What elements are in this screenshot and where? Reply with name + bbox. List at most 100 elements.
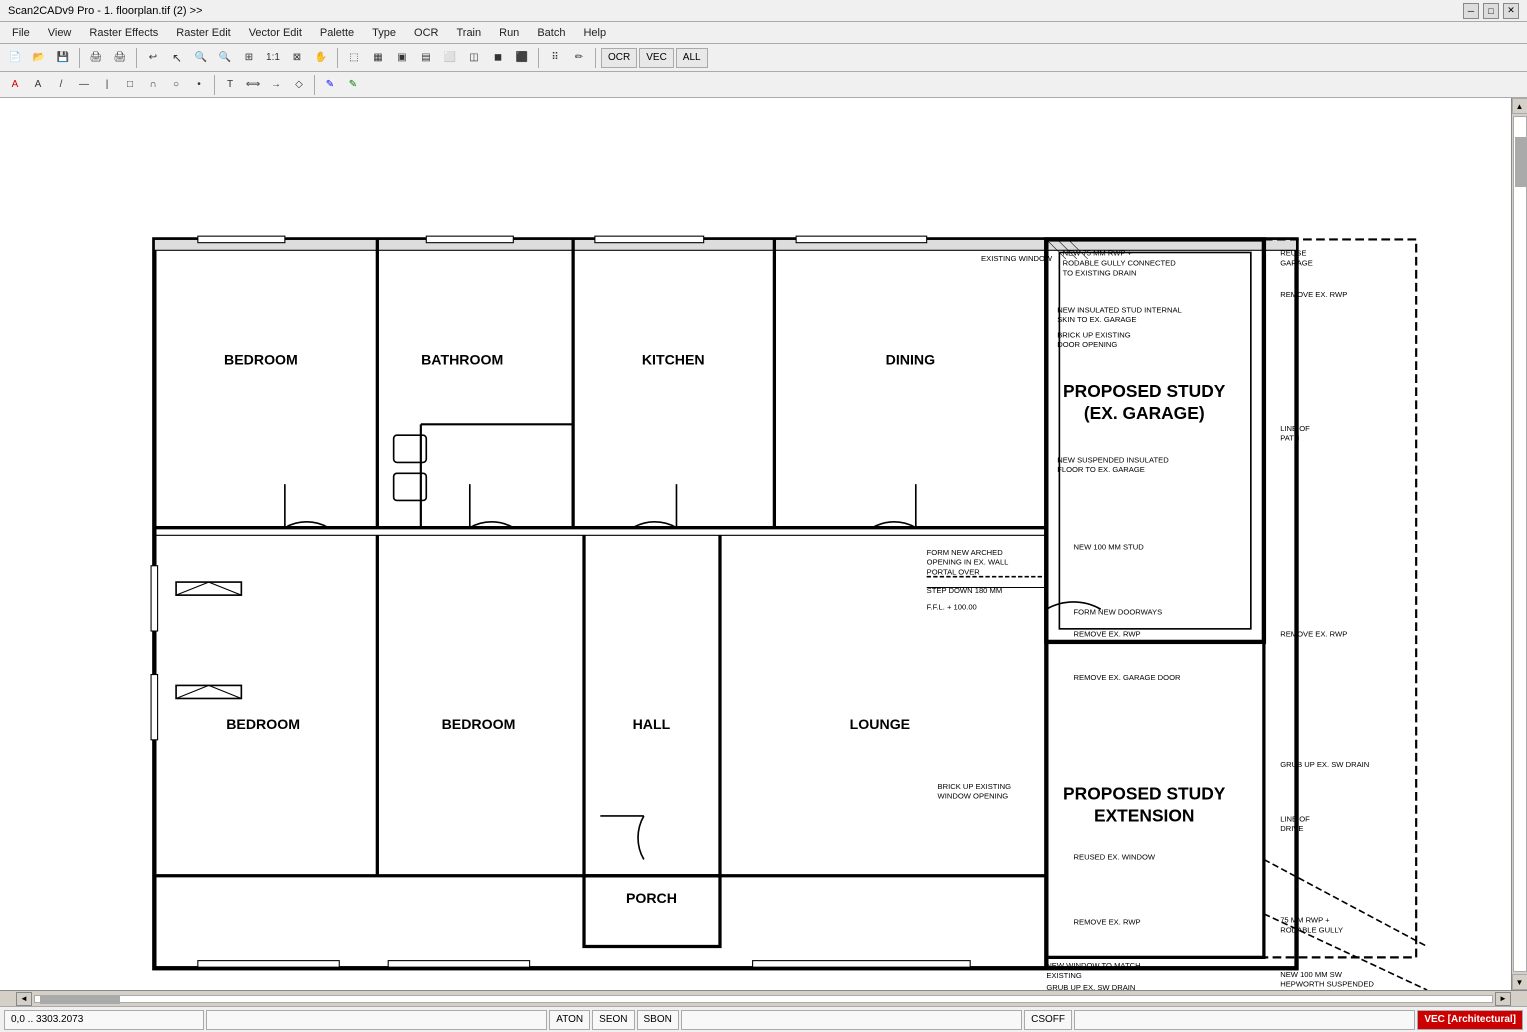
menu-view[interactable]: View [40, 25, 80, 41]
scroll-right-button[interactable]: ► [1495, 992, 1511, 1006]
status-empty2 [681, 1010, 1022, 1030]
vec-mode-button[interactable]: VEC [639, 48, 674, 68]
menu-help[interactable]: Help [575, 25, 614, 41]
pan-button[interactable]: ✋ [310, 47, 332, 69]
box-button[interactable]: ⬜ [439, 47, 461, 69]
svg-text:DRIVE: DRIVE [1280, 824, 1303, 833]
vec-select[interactable]: ▣ [391, 47, 413, 69]
status-csoff[interactable]: CSOFF [1024, 1010, 1072, 1030]
status-aton[interactable]: ATON [549, 1010, 590, 1030]
sep2 [136, 48, 137, 68]
svg-text:KITCHEN: KITCHEN [642, 352, 705, 368]
menu-file[interactable]: File [4, 25, 38, 41]
menu-type[interactable]: Type [364, 25, 404, 41]
rect-button[interactable]: ◫ [463, 47, 485, 69]
scroll-down-button[interactable]: ▼ [1512, 974, 1527, 990]
svg-text:REMOVE EX. RWP: REMOVE EX. RWP [1280, 290, 1347, 299]
close-button[interactable]: ✕ [1503, 3, 1519, 19]
select-button[interactable]: ⬚ [343, 47, 365, 69]
raster-select[interactable]: ▦ [367, 47, 389, 69]
canvas-area[interactable]: BEDROOM BATHROOM KITCHEN DINING BEDROOM … [0, 98, 1527, 990]
menu-batch[interactable]: Batch [529, 25, 573, 41]
svg-text:F.F.L. + 100.00: F.F.L. + 100.00 [927, 602, 977, 611]
save-button[interactable]: 💾 [52, 47, 74, 69]
erase-button[interactable]: ⬛ [511, 47, 533, 69]
draw-dot[interactable]: • [188, 74, 210, 96]
dots-button[interactable]: ⠿ [544, 47, 566, 69]
scroll-left-button[interactable]: ◄ [16, 992, 32, 1006]
draw-color2[interactable]: ✎ [342, 74, 364, 96]
status-sbon[interactable]: SBON [637, 1010, 679, 1030]
svg-text:LOUNGE: LOUNGE [850, 716, 910, 732]
svg-text:GRUB UP EX. SW DRAIN: GRUB UP EX. SW DRAIN [1046, 983, 1135, 990]
svg-text:REMOVE EX. RWP: REMOVE EX. RWP [1280, 629, 1347, 638]
vscroll-track[interactable] [1513, 116, 1527, 972]
horizontal-scrollbar[interactable]: ◄ ► [0, 990, 1527, 1006]
menu-raster-edit[interactable]: Raster Edit [168, 25, 238, 41]
fill-button[interactable]: ◼ [487, 47, 509, 69]
open-button[interactable]: 📂 [28, 47, 50, 69]
draw-color1[interactable]: ✎ [319, 74, 341, 96]
svg-text:REUSE: REUSE [1280, 249, 1306, 258]
statusbar: 0,0 .. 3303.2073 ATON SEON SBON CSOFF VE… [0, 1006, 1527, 1032]
zoom-fit-button[interactable]: ⊞ [238, 47, 260, 69]
svg-text:SKIN TO EX. GARAGE: SKIN TO EX. GARAGE [1057, 315, 1136, 324]
sep4 [538, 48, 539, 68]
titlebar: Scan2CADv9 Pro - 1. floorplan.tif (2) >>… [0, 0, 1527, 22]
print2-button[interactable]: 🖨 [109, 47, 131, 69]
cursor-button[interactable]: ↖ [166, 47, 188, 69]
main-area: BEDROOM BATHROOM KITCHEN DINING BEDROOM … [0, 98, 1527, 990]
menu-run[interactable]: Run [491, 25, 527, 41]
draw-node[interactable]: ◇ [288, 74, 310, 96]
svg-text:TO EXISTING DRAIN: TO EXISTING DRAIN [1063, 268, 1137, 277]
new-button[interactable]: 📄 [4, 47, 26, 69]
svg-text:NEW 100 MM SW: NEW 100 MM SW [1280, 970, 1343, 979]
zoom-1-button[interactable]: 1:1 [262, 47, 284, 69]
toolbar-main: 📄 📂 💾 🖨 🖨 ↩ ↖ 🔍 🔍 ⊞ 1:1 ⊠ ✋ ⬚ ▦ ▣ ▤ ⬜ ◫ … [0, 44, 1527, 72]
svg-text:NEW 75 MM RWP +: NEW 75 MM RWP + [1063, 249, 1133, 258]
titlebar-controls: ─ □ ✕ [1463, 3, 1519, 19]
draw-select[interactable]: A [27, 74, 49, 96]
menu-palette[interactable]: Palette [312, 25, 362, 41]
minimize-button[interactable]: ─ [1463, 3, 1479, 19]
zoom-in-button[interactable]: 🔍 [190, 47, 212, 69]
svg-text:NEW 100 MM STUD: NEW 100 MM STUD [1074, 542, 1145, 551]
svg-text:LINE OF: LINE OF [1280, 814, 1310, 823]
vscroll-thumb[interactable] [1515, 137, 1527, 187]
draw-arch[interactable]: ∩ [142, 74, 164, 96]
menu-vector-edit[interactable]: Vector Edit [241, 25, 310, 41]
hscroll-track[interactable] [34, 995, 1493, 1003]
svg-text:REMOVE EX. RWP: REMOVE EX. RWP [1074, 918, 1141, 927]
zoom-select-button[interactable]: ⊠ [286, 47, 308, 69]
svg-text:REUSED EX. WINDOW: REUSED EX. WINDOW [1074, 852, 1156, 861]
menu-raster-effects[interactable]: Raster Effects [81, 25, 166, 41]
zoom-out-button[interactable]: 🔍 [214, 47, 236, 69]
restore-button[interactable]: □ [1483, 3, 1499, 19]
ocr-mode-button[interactable]: OCR [601, 48, 637, 68]
vertical-scrollbar[interactable]: ▲ ▼ [1511, 98, 1527, 990]
svg-text:NEW INSULATED STUD INTERNAL: NEW INSULATED STUD INTERNAL [1057, 305, 1182, 314]
print-button[interactable]: 🖨 [85, 47, 107, 69]
svg-text:PORCH: PORCH [626, 890, 677, 906]
draw-dim[interactable]: ⟺ [242, 74, 264, 96]
all-mode-button[interactable]: ALL [676, 48, 708, 68]
status-seon[interactable]: SEON [592, 1010, 634, 1030]
draw-hline[interactable]: — [73, 74, 95, 96]
pencil-button[interactable]: ✏ [568, 47, 590, 69]
draw-text[interactable]: T [219, 74, 241, 96]
menu-ocr[interactable]: OCR [406, 25, 446, 41]
draw-pencil[interactable]: A [4, 74, 26, 96]
svg-text:FLOOR TO EX. GARAGE: FLOOR TO EX. GARAGE [1057, 465, 1145, 474]
undo-button[interactable]: ↩ [142, 47, 164, 69]
menu-train[interactable]: Train [448, 25, 489, 41]
floorplan-svg: BEDROOM BATHROOM KITCHEN DINING BEDROOM … [0, 98, 1527, 990]
draw-box[interactable]: □ [119, 74, 141, 96]
svg-text:(EX. GARAGE): (EX. GARAGE) [1084, 403, 1205, 423]
draw-arrow[interactable]: → [265, 74, 287, 96]
draw-vline[interactable]: | [96, 74, 118, 96]
scroll-up-button[interactable]: ▲ [1512, 98, 1527, 114]
draw-circle[interactable]: ○ [165, 74, 187, 96]
area-button[interactable]: ▤ [415, 47, 437, 69]
draw-line[interactable]: / [50, 74, 72, 96]
hscroll-thumb[interactable] [40, 996, 120, 1004]
